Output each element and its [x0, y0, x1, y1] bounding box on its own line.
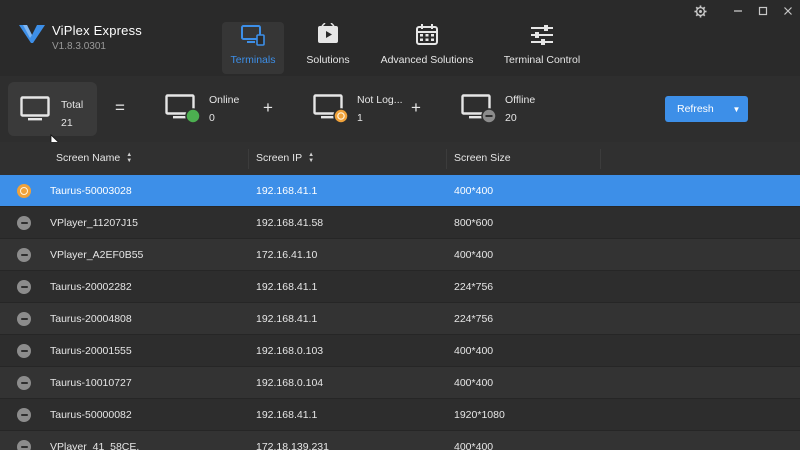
screen-size-cell: 224*756 — [454, 281, 494, 293]
total-value: 21 — [61, 117, 73, 129]
top-bar: ViPlex Express V1.8.3.0301 Terminals Sol… — [0, 0, 800, 76]
caret-down-icon[interactable]: ▼ — [725, 105, 748, 114]
minimize-icon — [734, 10, 742, 12]
status-offline-icon — [17, 280, 31, 294]
total-label: Total — [61, 99, 84, 111]
screen-name-cell: VPlayer_41_58CE. — [50, 441, 140, 450]
gear-icon — [693, 4, 707, 18]
column-divider[interactable] — [446, 149, 447, 169]
app-name: ViPlex Express — [52, 23, 142, 38]
screen-ip-cell: 192.168.41.1 — [256, 185, 318, 197]
sort-icon[interactable]: ▲ ▼ — [308, 152, 314, 164]
close-icon — [784, 7, 792, 15]
screen-name-cell: VPlayer_A2EF0B55 — [50, 249, 144, 261]
tab-solutions[interactable]: Solutions — [298, 22, 358, 74]
status-offline-icon — [17, 408, 31, 422]
refresh-label: Refresh — [677, 103, 714, 115]
offline-value: 20 — [505, 112, 517, 124]
status-offline-icon — [17, 216, 31, 230]
screen-ip-cell: 192.168.0.103 — [256, 345, 324, 357]
status-offline-icon — [17, 248, 31, 262]
table-row[interactable]: Taurus-10010727 192.168.0.104 400*400 — [0, 367, 800, 399]
plus-sign: + — [411, 98, 421, 117]
tab-terminal-control-label: Terminal Control — [503, 54, 581, 66]
tab-terminals-label: Terminals — [230, 54, 276, 66]
screen-size-cell: 400*400 — [454, 441, 494, 450]
table-row[interactable]: Taurus-20004808 192.168.41.1 224*756 — [0, 303, 800, 335]
screen-name-cell: Taurus-20002282 — [50, 281, 132, 293]
column-header-screen-ip[interactable]: Screen IP ▲ ▼ — [256, 152, 314, 164]
status-offline-icon — [17, 376, 31, 390]
column-divider[interactable] — [248, 149, 249, 169]
monitor-online-icon — [165, 94, 201, 124]
screen-name-cell: Taurus-10010727 — [50, 377, 132, 389]
screen-size-cell: 400*400 — [454, 185, 494, 197]
tab-advanced-solutions[interactable]: Advanced Solutions — [374, 22, 480, 74]
screen-ip-cell: 172.18.139.231 — [256, 441, 329, 450]
close-button[interactable] — [776, 2, 800, 20]
screen-ip-cell: 192.168.0.104 — [256, 377, 324, 389]
screen-name-cell: Taurus-50000082 — [50, 409, 132, 421]
refresh-button[interactable]: Refresh ▼ — [665, 96, 748, 122]
maximize-icon — [758, 6, 768, 16]
tab-advanced-solutions-label: Advanced Solutions — [380, 54, 474, 66]
tab-terminals[interactable]: Terminals — [222, 22, 284, 74]
status-offline-icon — [17, 312, 31, 326]
table-row[interactable]: Taurus-20002282 192.168.41.1 224*756 — [0, 271, 800, 303]
online-value: 0 — [209, 112, 215, 124]
screen-ip-cell: 192.168.41.58 — [256, 217, 324, 229]
sliders-icon — [529, 22, 555, 48]
column-divider[interactable] — [600, 149, 601, 169]
plus-sign: + — [263, 98, 273, 117]
table-header: Screen Name ▲ ▼ Screen IP ▲ ▼ Screen Size — [0, 142, 800, 175]
screen-size-cell: 400*400 — [454, 249, 494, 261]
settings-button[interactable] — [688, 2, 712, 20]
table-row[interactable]: Taurus-50003028 192.168.41.1 400*400 — [0, 175, 800, 207]
screen-name-cell: Taurus-20004808 — [50, 313, 132, 325]
screen-size-cell: 400*400 — [454, 377, 494, 389]
table-row[interactable]: Taurus-20001555 192.168.0.103 400*400 — [0, 335, 800, 367]
equals-sign: = — [115, 98, 125, 117]
table-row[interactable]: VPlayer_A2EF0B55 172.16.41.10 400*400 — [0, 239, 800, 271]
not-logged-label: Not Log... — [357, 94, 403, 106]
screen-size-cell: 224*756 — [454, 313, 494, 325]
status-offline-icon — [17, 440, 31, 450]
screen-ip-cell: 172.16.41.10 — [256, 249, 318, 261]
screen-name-cell: VPlayer_11207J15 — [50, 217, 138, 229]
table-row[interactable]: VPlayer_11207J15 192.168.41.58 800*600 — [0, 207, 800, 239]
screen-name-cell: Taurus-20001555 — [50, 345, 132, 357]
tab-solutions-label: Solutions — [306, 54, 350, 66]
status-not-logged-icon — [17, 184, 31, 198]
viplex-logo-icon — [19, 25, 45, 43]
maximize-button[interactable] — [751, 2, 775, 20]
sort-icon[interactable]: ▲ ▼ — [126, 152, 132, 164]
minimize-button[interactable] — [726, 2, 750, 20]
online-label: Online — [209, 94, 240, 106]
screen-name-cell: Taurus-50003028 — [50, 185, 132, 197]
tab-terminal-control[interactable]: Terminal Control — [498, 22, 586, 74]
screen-ip-cell: 192.168.41.1 — [256, 409, 318, 421]
monitor-icon — [240, 22, 266, 48]
table-row[interactable]: Taurus-50000082 192.168.41.1 1920*1080 — [0, 399, 800, 431]
screen-ip-cell: 192.168.41.1 — [256, 313, 318, 325]
screen-size-cell: 800*600 — [454, 217, 494, 229]
table-row[interactable]: VPlayer_41_58CE. 172.18.139.231 400*400 — [0, 431, 800, 450]
monitor-icon — [20, 96, 50, 121]
app-version: V1.8.3.0301 — [52, 41, 106, 52]
offline-label: Offline — [505, 94, 536, 106]
not-logged-value: 1 — [357, 112, 363, 124]
calendar-icon — [415, 22, 439, 48]
screen-ip-cell: 192.168.41.1 — [256, 281, 318, 293]
monitor-offline-icon — [461, 94, 497, 124]
screen-size-cell: 400*400 — [454, 345, 494, 357]
column-header-screen-size[interactable]: Screen Size — [454, 152, 511, 164]
monitor-not-logged-icon — [313, 94, 349, 124]
status-offline-icon — [17, 344, 31, 358]
play-icon — [316, 22, 340, 48]
total-filter[interactable]: Total 21 — [8, 82, 97, 136]
screen-size-cell: 1920*1080 — [454, 409, 505, 421]
column-header-screen-name[interactable]: Screen Name ▲ ▼ — [56, 152, 132, 164]
